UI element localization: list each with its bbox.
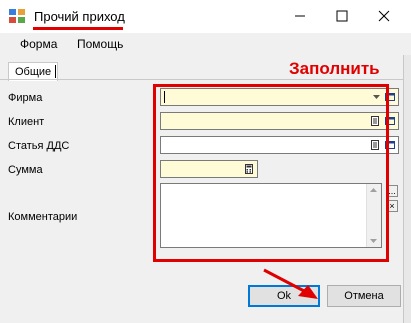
label-amount: Сумма [8,164,43,176]
title-bar: Прочий приход [0,0,411,32]
cancel-button[interactable]: Отмена [327,285,401,307]
tab-general-label: Общие [15,66,52,78]
close-button[interactable] [362,2,406,30]
close-icon [378,10,390,22]
title-underline-mark [33,27,123,30]
required-fields-highlight [153,84,389,262]
minimize-icon [295,15,305,17]
menu-bar: Форма Помощь [0,33,411,55]
label-dds-item: Статья ДДС [8,140,70,152]
label-comments: Комментарии [8,211,78,223]
menu-item-forma[interactable]: Форма [20,37,57,51]
annotation-arrow [263,268,318,299]
label-client: Клиент [8,116,45,128]
maximize-icon [336,10,348,22]
window-title: Прочий приход [34,9,125,24]
label-firm: Фирма [8,92,43,104]
menu-item-help[interactable]: Помощь [77,37,123,51]
annotation-fill: Заполнить [289,59,380,78]
maximize-button[interactable] [320,2,364,30]
app-icon [9,9,25,23]
right-edge [403,55,411,323]
tab-cursor [55,65,56,78]
minimize-button[interactable] [278,2,322,30]
tab-divider [0,79,403,80]
